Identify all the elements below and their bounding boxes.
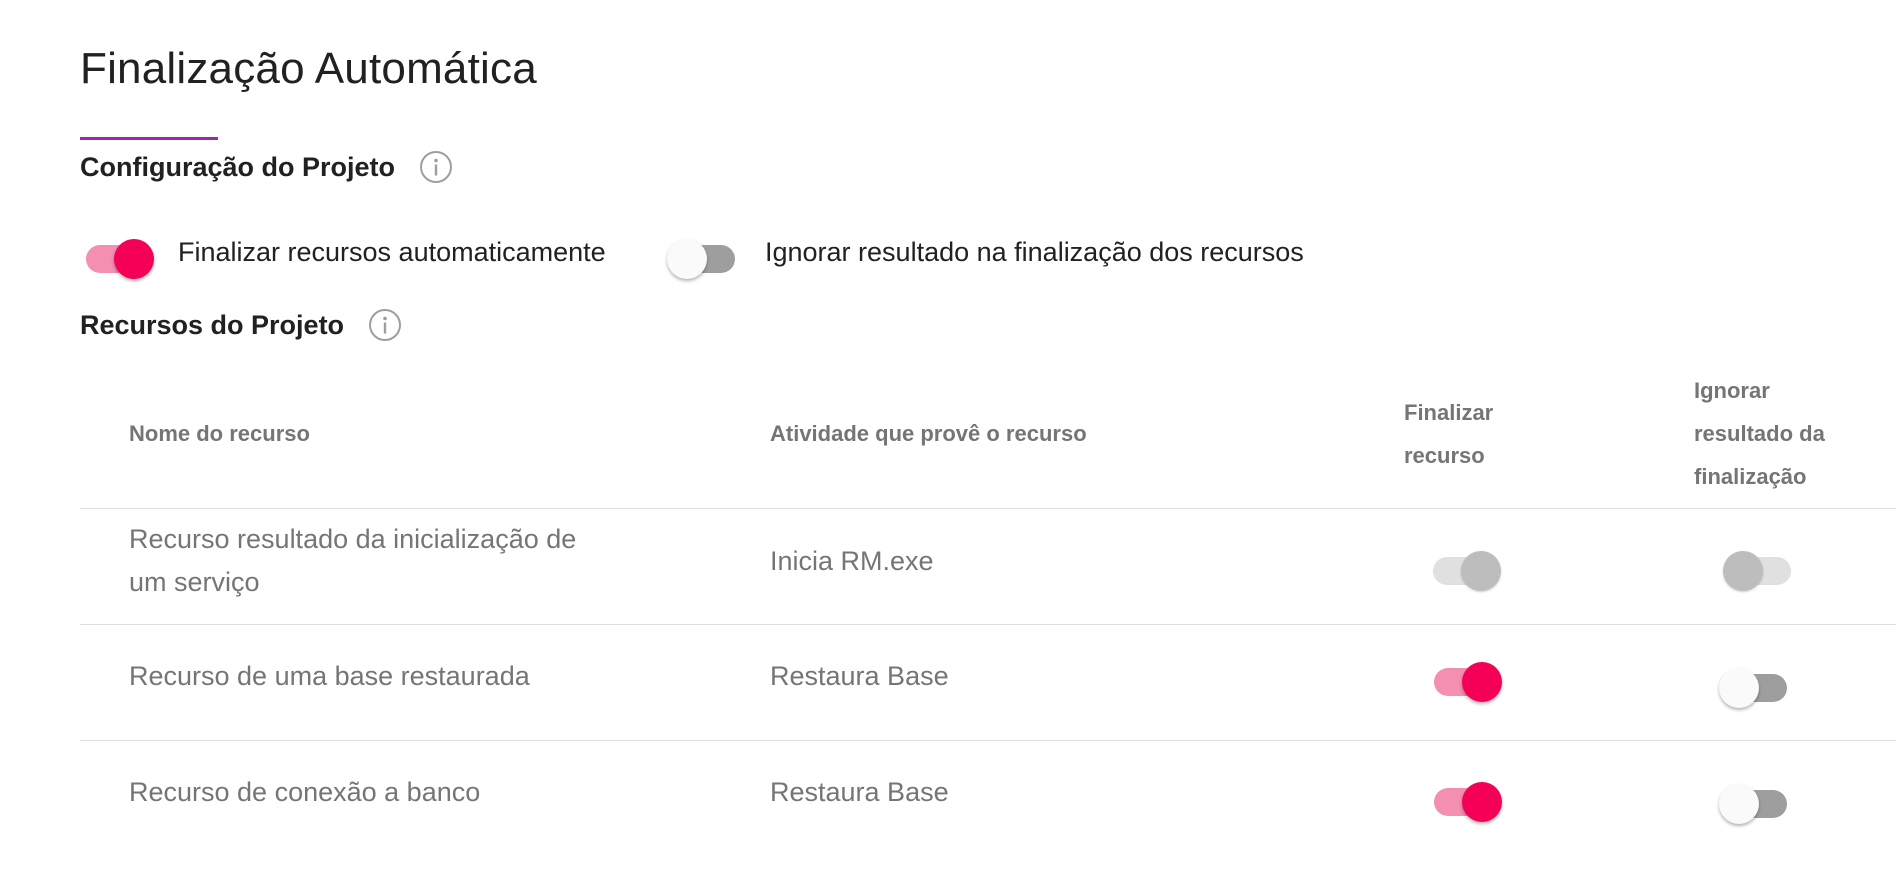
finalize-resource-toggle[interactable] — [1428, 775, 1502, 822]
column-header-ignore: Ignorar resultado da finalização — [1694, 378, 1825, 489]
ignore-result-toggle[interactable] — [667, 232, 741, 279]
info-icon[interactable] — [368, 308, 402, 342]
toggle-thumb — [1461, 551, 1501, 591]
activity-cell: Inicia RM.exe — [770, 546, 934, 576]
toggle-thumb — [667, 239, 707, 279]
toggle-thumb — [1719, 784, 1759, 824]
toggle-thumb — [1462, 782, 1502, 822]
column-header-name: Nome do recurso — [129, 421, 310, 446]
ignore-result-row-toggle[interactable] — [1719, 777, 1793, 824]
auto-finalize-label: Finalizar recursos automaticamente — [178, 237, 606, 267]
finalize-resource-toggle[interactable] — [1428, 655, 1502, 702]
ignore-result-row-toggle[interactable] — [1719, 661, 1793, 708]
toggle-thumb — [114, 239, 154, 279]
row-divider — [80, 508, 1896, 509]
toggle-thumb — [1723, 551, 1763, 591]
auto-finalize-toggle[interactable] — [80, 232, 154, 279]
page-title: Finalização Automática — [80, 44, 537, 93]
project-config-section: Configuração do Projeto — [80, 150, 453, 184]
info-icon[interactable] — [419, 150, 453, 184]
project-resources-title: Recursos do Projeto — [80, 309, 345, 340]
resource-name-cell: Recurso de conexão a banco — [129, 777, 481, 807]
resource-name-cell: Recurso resultado da inicialização de um… — [129, 524, 577, 597]
resource-name-cell: Recurso de uma base restaurada — [129, 661, 530, 691]
finalize-resource-toggle — [1427, 544, 1501, 591]
column-header-finalize: Finalizar recurso — [1404, 400, 1494, 468]
project-resources-section: Recursos do Projeto — [80, 308, 402, 342]
activity-cell: Restaura Base — [770, 661, 949, 691]
toggle-thumb — [1462, 662, 1502, 702]
row-divider — [80, 740, 1896, 741]
toggle-thumb — [1719, 668, 1759, 708]
title-accent-line — [80, 137, 218, 140]
project-config-title: Configuração do Projeto — [80, 151, 396, 182]
ignore-result-label: Ignorar resultado na finalização dos rec… — [765, 237, 1304, 267]
row-divider — [80, 624, 1896, 625]
ignore-result-row-toggle — [1723, 544, 1797, 591]
activity-cell: Restaura Base — [770, 777, 949, 807]
column-header-activity: Atividade que provê o recurso — [770, 421, 1087, 446]
